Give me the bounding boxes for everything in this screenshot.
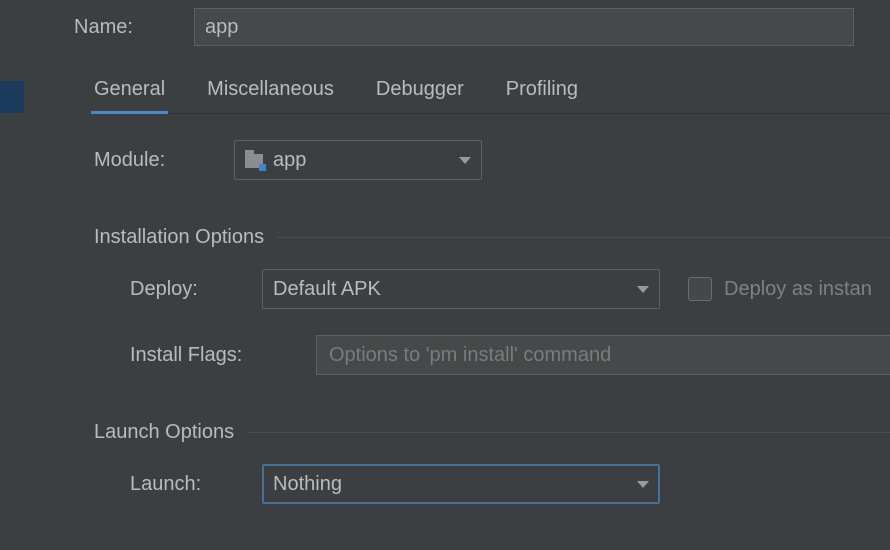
deploy-instant-option[interactable]: Deploy as instan bbox=[688, 277, 872, 301]
section-divider bbox=[278, 237, 890, 238]
launch-value: Nothing bbox=[273, 473, 627, 496]
tab-profiling[interactable]: Profiling bbox=[506, 78, 578, 113]
deploy-value: Default APK bbox=[273, 278, 627, 301]
section-installation-options: Installation Options bbox=[94, 226, 890, 249]
module-select[interactable]: app bbox=[234, 140, 482, 180]
tab-general[interactable]: General bbox=[94, 78, 165, 113]
config-tabs: General Miscellaneous Debugger Profiling bbox=[94, 78, 890, 114]
launch-label: Launch: bbox=[130, 473, 262, 496]
section-launch-options: Launch Options bbox=[94, 421, 890, 444]
chevron-down-icon bbox=[637, 286, 649, 293]
left-rail bbox=[0, 0, 24, 550]
module-value: app bbox=[273, 149, 449, 172]
install-flags-input[interactable] bbox=[316, 335, 890, 375]
tab-debugger[interactable]: Debugger bbox=[376, 78, 464, 113]
chevron-down-icon bbox=[459, 157, 471, 164]
left-rail-selected bbox=[0, 81, 24, 113]
deploy-select[interactable]: Default APK bbox=[262, 269, 660, 309]
deploy-instant-checkbox[interactable] bbox=[688, 277, 712, 301]
deploy-label: Deploy: bbox=[130, 278, 262, 301]
chevron-down-icon bbox=[637, 481, 649, 488]
module-folder-icon bbox=[245, 154, 263, 168]
module-label: Module: bbox=[94, 149, 234, 172]
section-title-text: Launch Options bbox=[94, 421, 234, 444]
section-divider bbox=[248, 432, 890, 433]
deploy-instant-label: Deploy as instan bbox=[724, 278, 872, 301]
launch-select[interactable]: Nothing bbox=[262, 464, 660, 504]
tab-miscellaneous[interactable]: Miscellaneous bbox=[207, 78, 334, 113]
section-title-text: Installation Options bbox=[94, 226, 264, 249]
name-label: Name: bbox=[74, 16, 194, 39]
install-flags-label: Install Flags: bbox=[130, 344, 316, 367]
name-input[interactable] bbox=[194, 8, 854, 46]
